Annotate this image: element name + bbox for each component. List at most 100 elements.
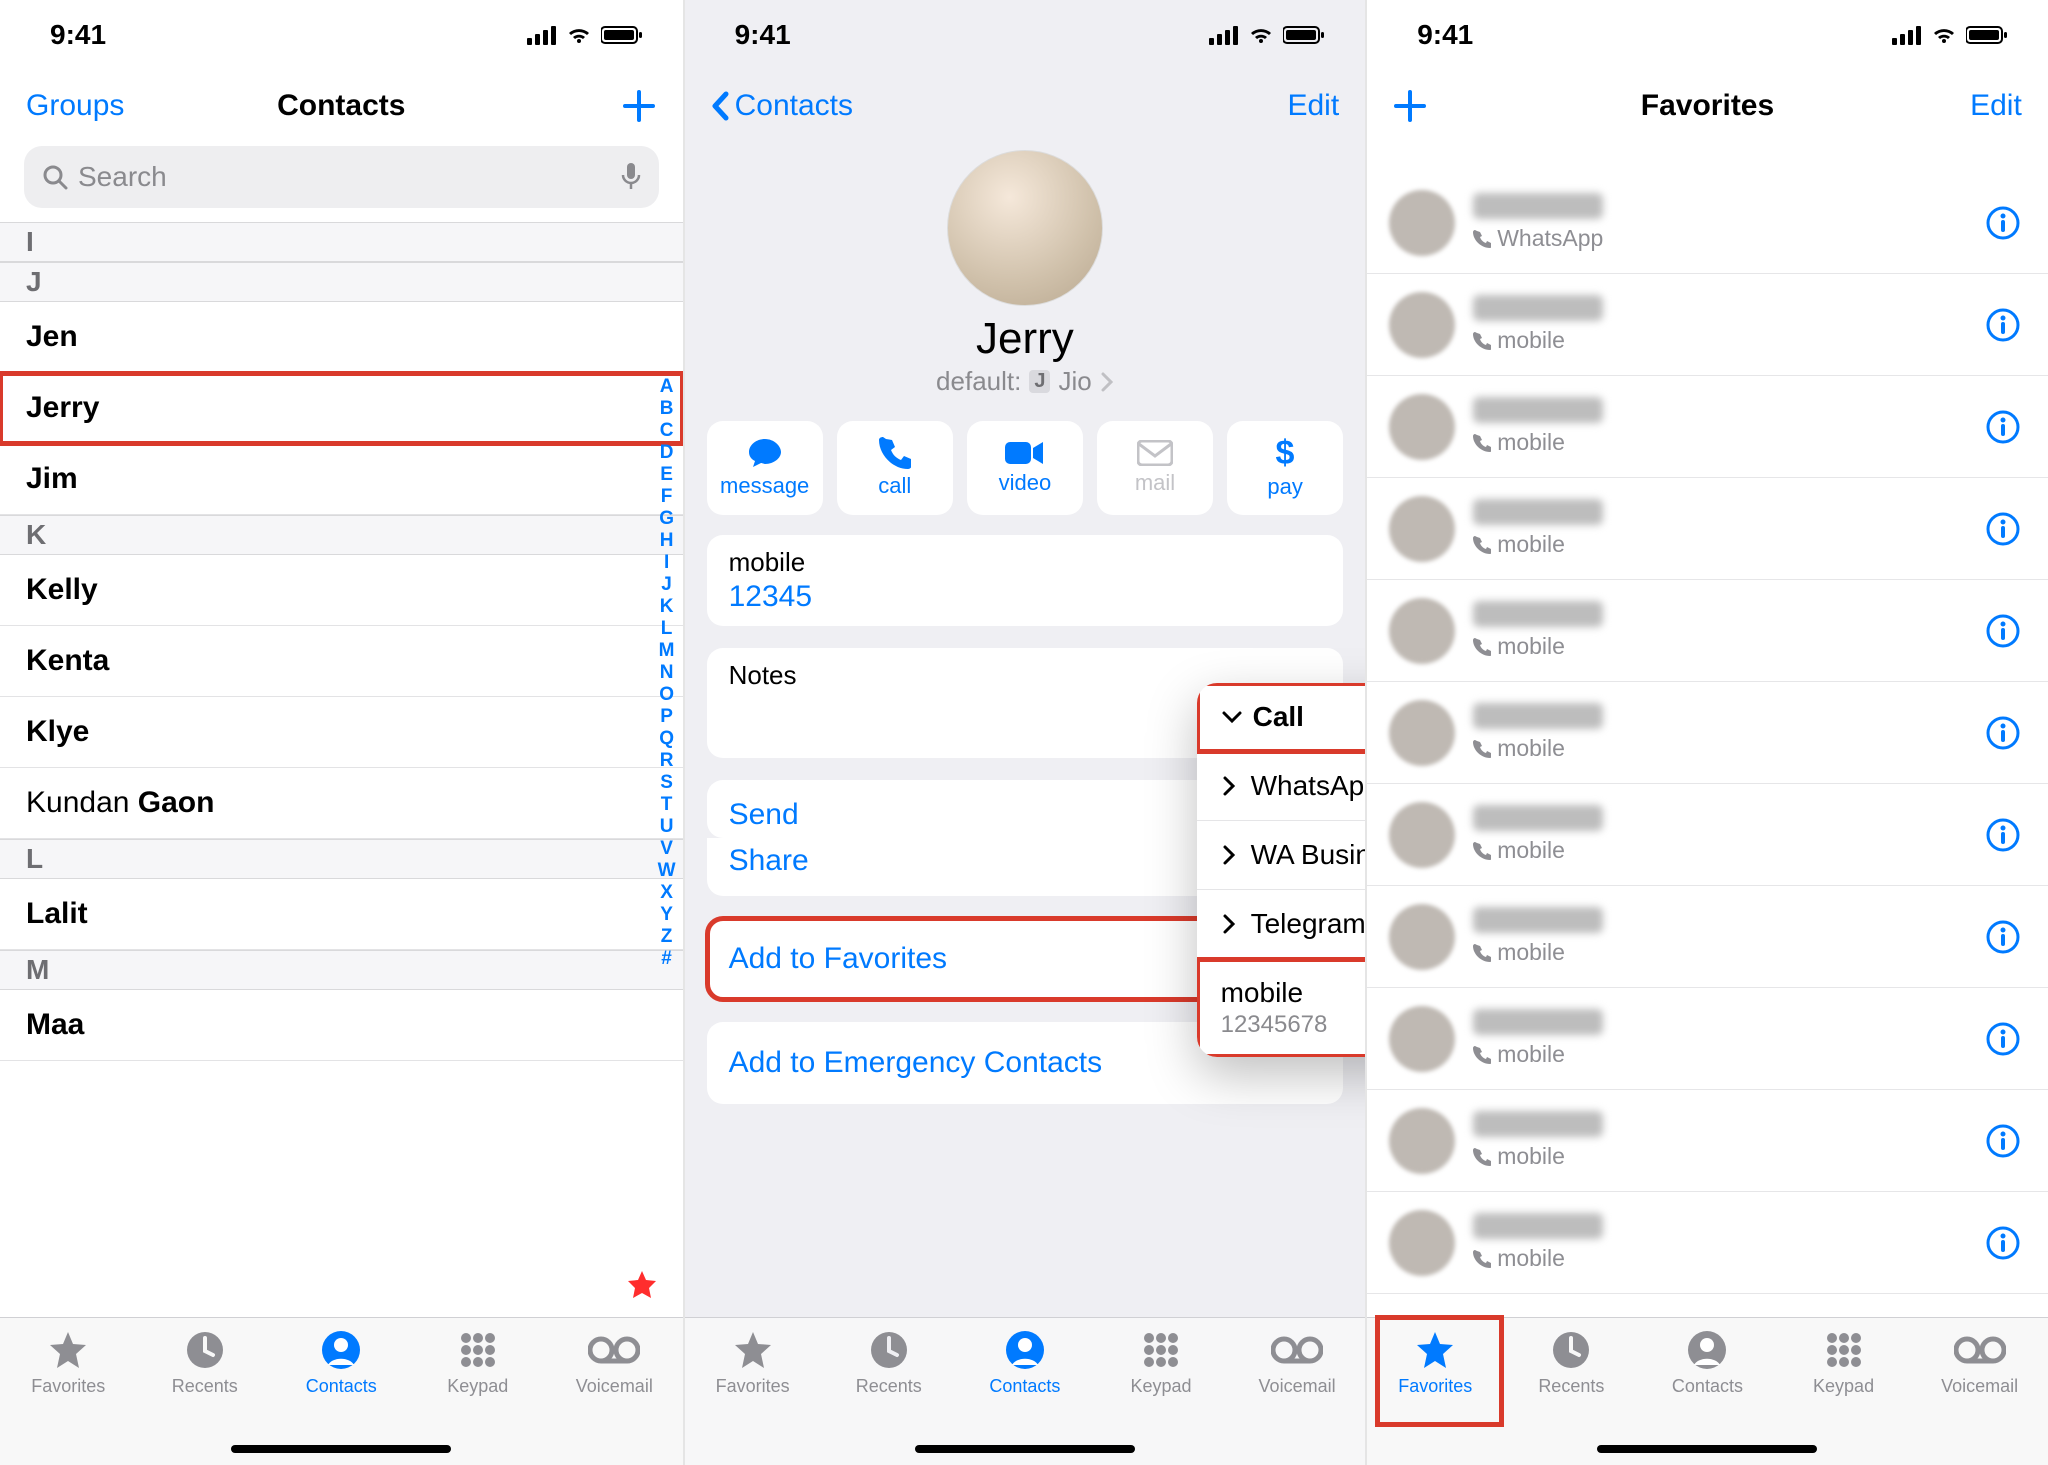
info-icon[interactable]: [1986, 818, 2020, 852]
tab-voicemail[interactable]: Voicemail: [554, 1328, 674, 1465]
default-sim-row[interactable]: default: J Jio: [685, 366, 1366, 397]
contact-row[interactable]: Klye: [0, 697, 683, 768]
favorite-row[interactable]: mobile: [1367, 478, 2048, 580]
favorite-name: [1473, 193, 1603, 219]
info-icon[interactable]: [1986, 512, 2020, 546]
phone-icon: [1473, 1046, 1491, 1064]
status-time: 9:41: [50, 19, 106, 51]
contact-row[interactable]: Jim: [0, 444, 683, 515]
favorite-row[interactable]: mobile: [1367, 376, 2048, 478]
add-favorite-button[interactable]: [1393, 89, 1427, 123]
contact-row[interactable]: Jen: [0, 302, 683, 373]
favorite-row[interactable]: mobile: [1367, 274, 2048, 376]
chevron-left-icon: [711, 91, 731, 121]
avatar: [1389, 904, 1455, 970]
contact-row[interactable]: Lalit: [0, 879, 683, 950]
call-menu-header[interactable]: Call: [1197, 683, 1366, 752]
info-icon[interactable]: [1986, 1226, 2020, 1260]
tab-favorites[interactable]: Favorites: [8, 1328, 128, 1465]
message-icon: [747, 437, 783, 469]
message-button[interactable]: message: [707, 421, 823, 515]
info-icon[interactable]: [1986, 920, 2020, 954]
phone-icon: [1473, 638, 1491, 656]
tab-bar: Favorites Recents Contacts Keypad Voicem…: [0, 1317, 683, 1465]
search-icon: [42, 164, 68, 190]
favorite-subline: mobile: [1473, 327, 1968, 354]
favorite-row[interactable]: mobile: [1367, 682, 2048, 784]
favorites-list[interactable]: WhatsAppmobilemobilemobilemobilemobilemo…: [1367, 172, 2048, 1317]
page-title: Favorites: [1641, 89, 1774, 123]
phone-icon: [1473, 230, 1491, 248]
tab-favorites[interactable]: Favorites: [693, 1328, 813, 1465]
info-icon[interactable]: [1986, 410, 2020, 444]
info-icon[interactable]: [1986, 206, 2020, 240]
video-button[interactable]: video: [967, 421, 1083, 515]
page-title: Contacts: [277, 89, 405, 123]
status-icons: [1209, 25, 1325, 45]
home-indicator[interactable]: [915, 1445, 1135, 1453]
status-icons: [527, 25, 643, 45]
info-icon[interactable]: [1986, 716, 2020, 750]
home-indicator[interactable]: [1597, 1445, 1817, 1453]
favorite-row[interactable]: mobile: [1367, 784, 2048, 886]
avatar: [1389, 1006, 1455, 1072]
alphabet-index[interactable]: ABCDEFGHIJKLMNOPQRSTUVWXYZ#: [653, 376, 681, 970]
info-icon[interactable]: [1986, 1124, 2020, 1158]
call-button[interactable]: call: [837, 421, 953, 515]
section-header: L: [0, 839, 683, 879]
mic-icon[interactable]: [621, 163, 641, 191]
tab-bar: Favorites Recents Contacts Keypad Voicem…: [685, 1317, 1366, 1465]
nav-bar: Contacts Edit: [685, 70, 1366, 142]
contact-row[interactable]: Kenta: [0, 626, 683, 697]
status-time: 9:41: [735, 19, 791, 51]
menu-item-wa-business[interactable]: WA Business: [1197, 821, 1366, 890]
plus-icon: [1393, 89, 1427, 123]
status-bar: 9:41: [1367, 0, 2048, 70]
favorite-name: [1473, 397, 1603, 423]
tab-voicemail[interactable]: Voicemail: [1920, 1328, 2040, 1465]
add-contact-button[interactable]: [621, 88, 657, 124]
home-indicator[interactable]: [231, 1445, 451, 1453]
phone-card[interactable]: mobile 12345: [707, 535, 1344, 626]
favorite-subline: mobile: [1473, 633, 1968, 660]
groups-button[interactable]: Groups: [26, 89, 124, 123]
favorite-row[interactable]: WhatsApp: [1367, 172, 2048, 274]
favorite-row[interactable]: mobile: [1367, 1090, 2048, 1192]
info-icon[interactable]: [1986, 308, 2020, 342]
status-time: 9:41: [1417, 19, 1473, 51]
avatar: [1389, 1210, 1455, 1276]
favorite-subline: mobile: [1473, 837, 1968, 864]
favorite-subline: mobile: [1473, 531, 1968, 558]
avatar: [1389, 1108, 1455, 1174]
nav-bar: Favorites Edit: [1367, 70, 2048, 142]
pay-button[interactable]: $pay: [1227, 421, 1343, 515]
favorite-row[interactable]: mobile: [1367, 580, 2048, 682]
menu-item-whatsapp[interactable]: WhatsApp: [1197, 752, 1366, 821]
mail-button: mail: [1097, 421, 1213, 515]
contact-avatar[interactable]: [947, 150, 1103, 306]
status-icons: [1892, 25, 2008, 45]
phone-icon: [1473, 944, 1491, 962]
favorite-name: [1473, 499, 1603, 525]
edit-button[interactable]: Edit: [1287, 89, 1339, 123]
favorite-row[interactable]: mobile: [1367, 988, 2048, 1090]
contact-row[interactable]: Kelly: [0, 555, 683, 626]
menu-item-mobile[interactable]: mobile 12345678: [1197, 959, 1366, 1057]
contact-row[interactable]: Kundan Gaon: [0, 768, 683, 839]
favorite-name: [1473, 907, 1603, 933]
info-icon[interactable]: [1986, 614, 2020, 648]
phone-icon: [1473, 1250, 1491, 1268]
favorite-row[interactable]: mobile: [1367, 886, 2048, 988]
section-header: M: [0, 950, 683, 990]
back-button[interactable]: Contacts: [711, 89, 853, 123]
search-input[interactable]: Search: [24, 146, 659, 208]
info-icon[interactable]: [1986, 1022, 2020, 1056]
contact-row[interactable]: Jerry: [0, 373, 683, 444]
favorite-row[interactable]: mobile: [1367, 1192, 2048, 1294]
edit-button[interactable]: Edit: [1970, 89, 2022, 123]
favorite-subline: mobile: [1473, 429, 1968, 456]
contact-row[interactable]: Maa: [0, 990, 683, 1061]
menu-item-telegram[interactable]: Telegram: [1197, 890, 1366, 959]
favorite-subline: mobile: [1473, 939, 1968, 966]
tab-voicemail[interactable]: Voicemail: [1237, 1328, 1357, 1465]
